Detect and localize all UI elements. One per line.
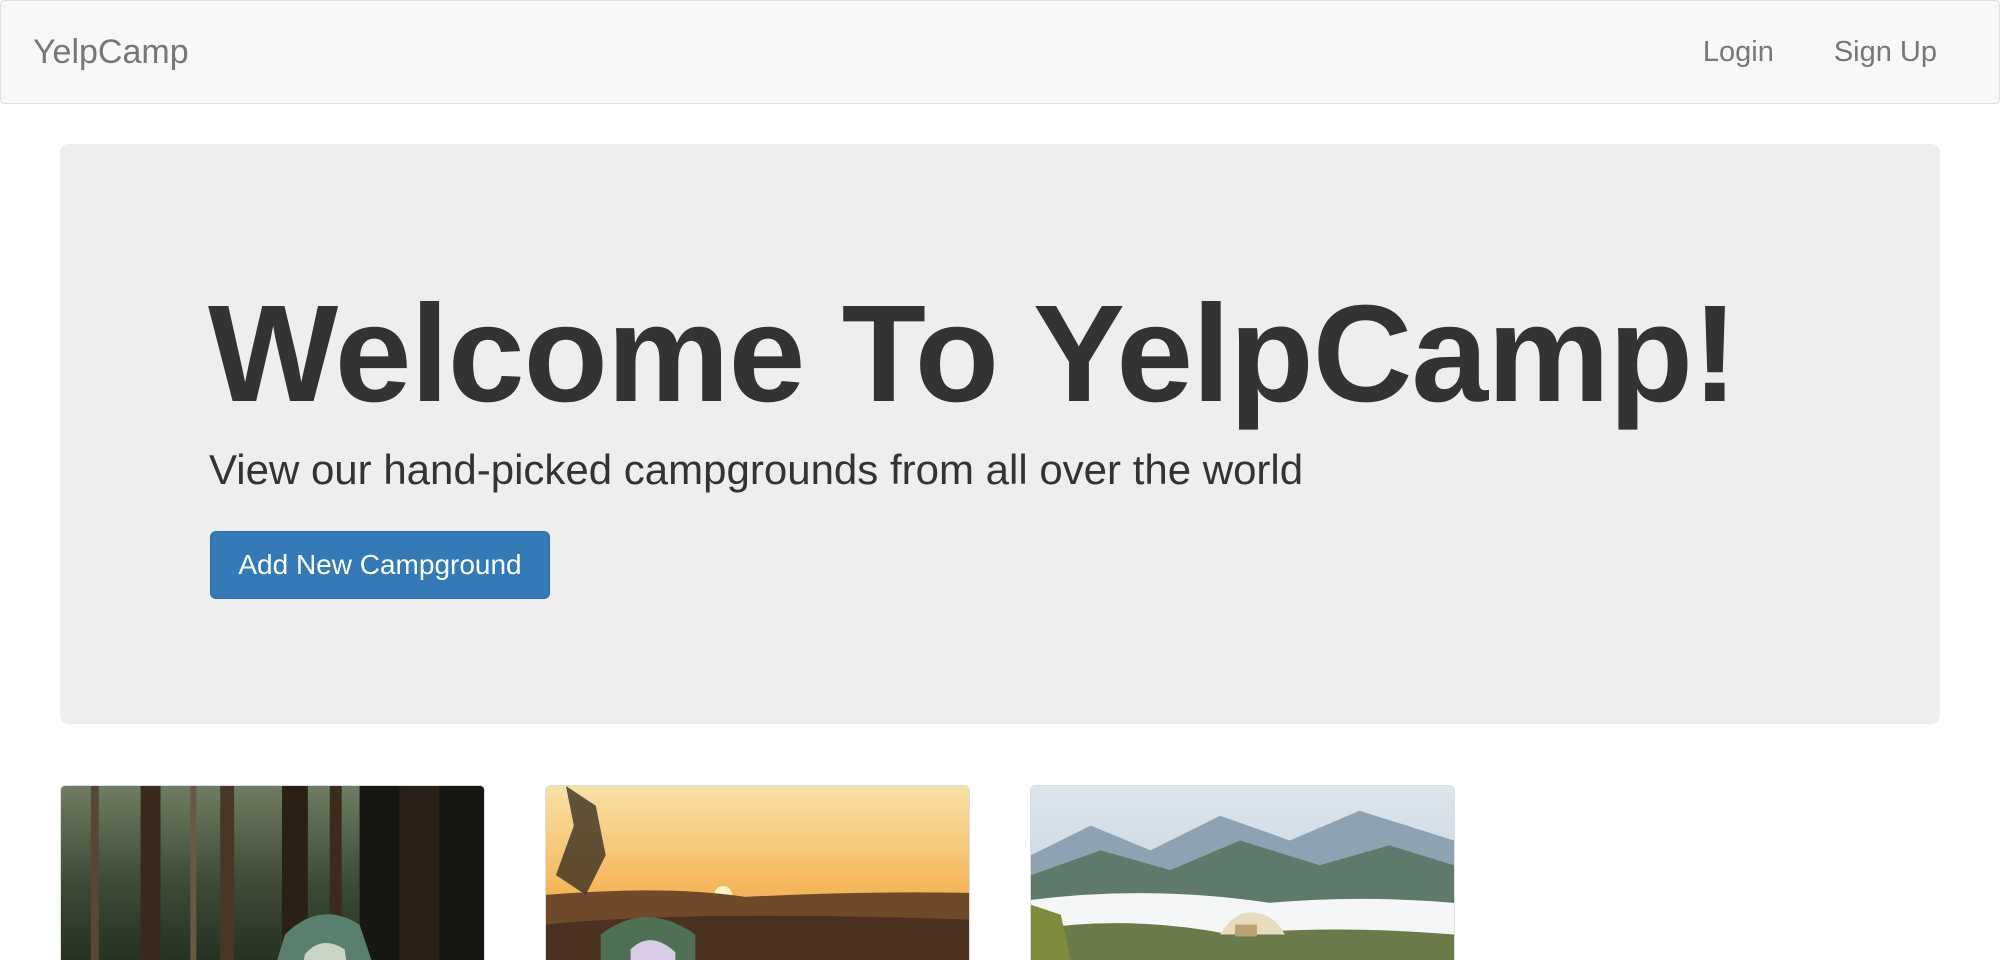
login-link[interactable]: Login <box>1703 34 1774 70</box>
brand-logo[interactable]: YelpCamp <box>33 32 189 72</box>
hero-title: Welcome To YelpCamp! <box>208 277 1738 431</box>
nav-links: Login Sign Up <box>1703 34 1937 70</box>
jumbotron: Welcome To YelpCamp! View our hand-picke… <box>60 144 1940 724</box>
add-campground-button[interactable]: Add New Campground <box>210 531 550 599</box>
campground-thumbnail[interactable] <box>545 785 970 960</box>
campground-thumbnail[interactable] <box>60 785 485 960</box>
hero-subtitle: View our hand-picked campgrounds from al… <box>209 446 1304 493</box>
sunset-tent-image <box>546 786 969 960</box>
navbar: YelpCamp Login Sign Up <box>0 0 2000 104</box>
signup-link[interactable]: Sign Up <box>1834 34 1937 70</box>
forest-tent-image <box>61 786 484 960</box>
campground-thumbnail[interactable] <box>1030 785 1455 960</box>
mountain-tent-image <box>1031 786 1454 960</box>
